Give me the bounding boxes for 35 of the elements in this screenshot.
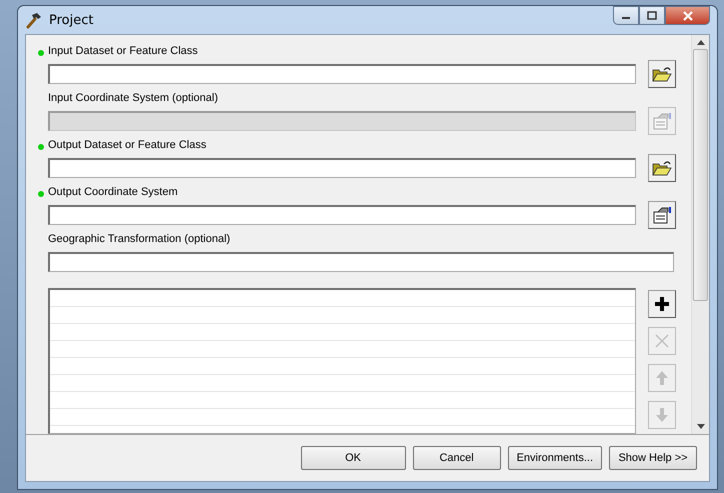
scroll-down-icon[interactable] [696,424,704,429]
dialog-button[interactable]: OK [300,446,406,470]
down-arrow-icon [654,407,670,423]
scroll-up-icon[interactable] [696,40,704,45]
close-icon [682,10,694,20]
parameter-label: Geographic Transformation (optional) [48,233,230,245]
folder-icon [652,66,672,82]
properties-icon [652,112,672,130]
browse-button[interactable] [648,154,676,182]
properties-button[interactable] [648,201,676,229]
up-arrow-icon [654,370,670,386]
close-button[interactable] [665,6,710,25]
properties-icon [652,206,672,224]
input-field[interactable] [48,158,636,178]
window-title: Project [49,12,94,28]
parameter-label: Output Coordinate System [48,186,178,198]
browse-button[interactable] [648,60,676,88]
dialog-button[interactable]: Show Help >> [609,446,697,470]
input-field[interactable] [48,64,636,84]
parameter-label: Input Coordinate System (optional) [48,92,218,104]
scrollbar[interactable] [691,35,709,434]
minimize-button[interactable] [613,6,639,25]
parameter-label: Input Dataset or Feature Class [48,45,198,57]
hammer-icon [25,11,43,29]
maximize-button[interactable] [639,6,665,25]
maximize-icon [647,11,657,20]
cross-icon [654,333,670,349]
input-field[interactable] [48,252,674,272]
dialog-button[interactable]: Cancel [412,446,501,470]
add-button[interactable] [648,290,676,318]
plus-icon [654,296,670,312]
dialog-button[interactable]: Environments... [508,446,602,470]
folder-icon [652,160,672,176]
parameter-label: Output Dataset or Feature Class [48,139,206,151]
input-field[interactable] [48,205,636,225]
